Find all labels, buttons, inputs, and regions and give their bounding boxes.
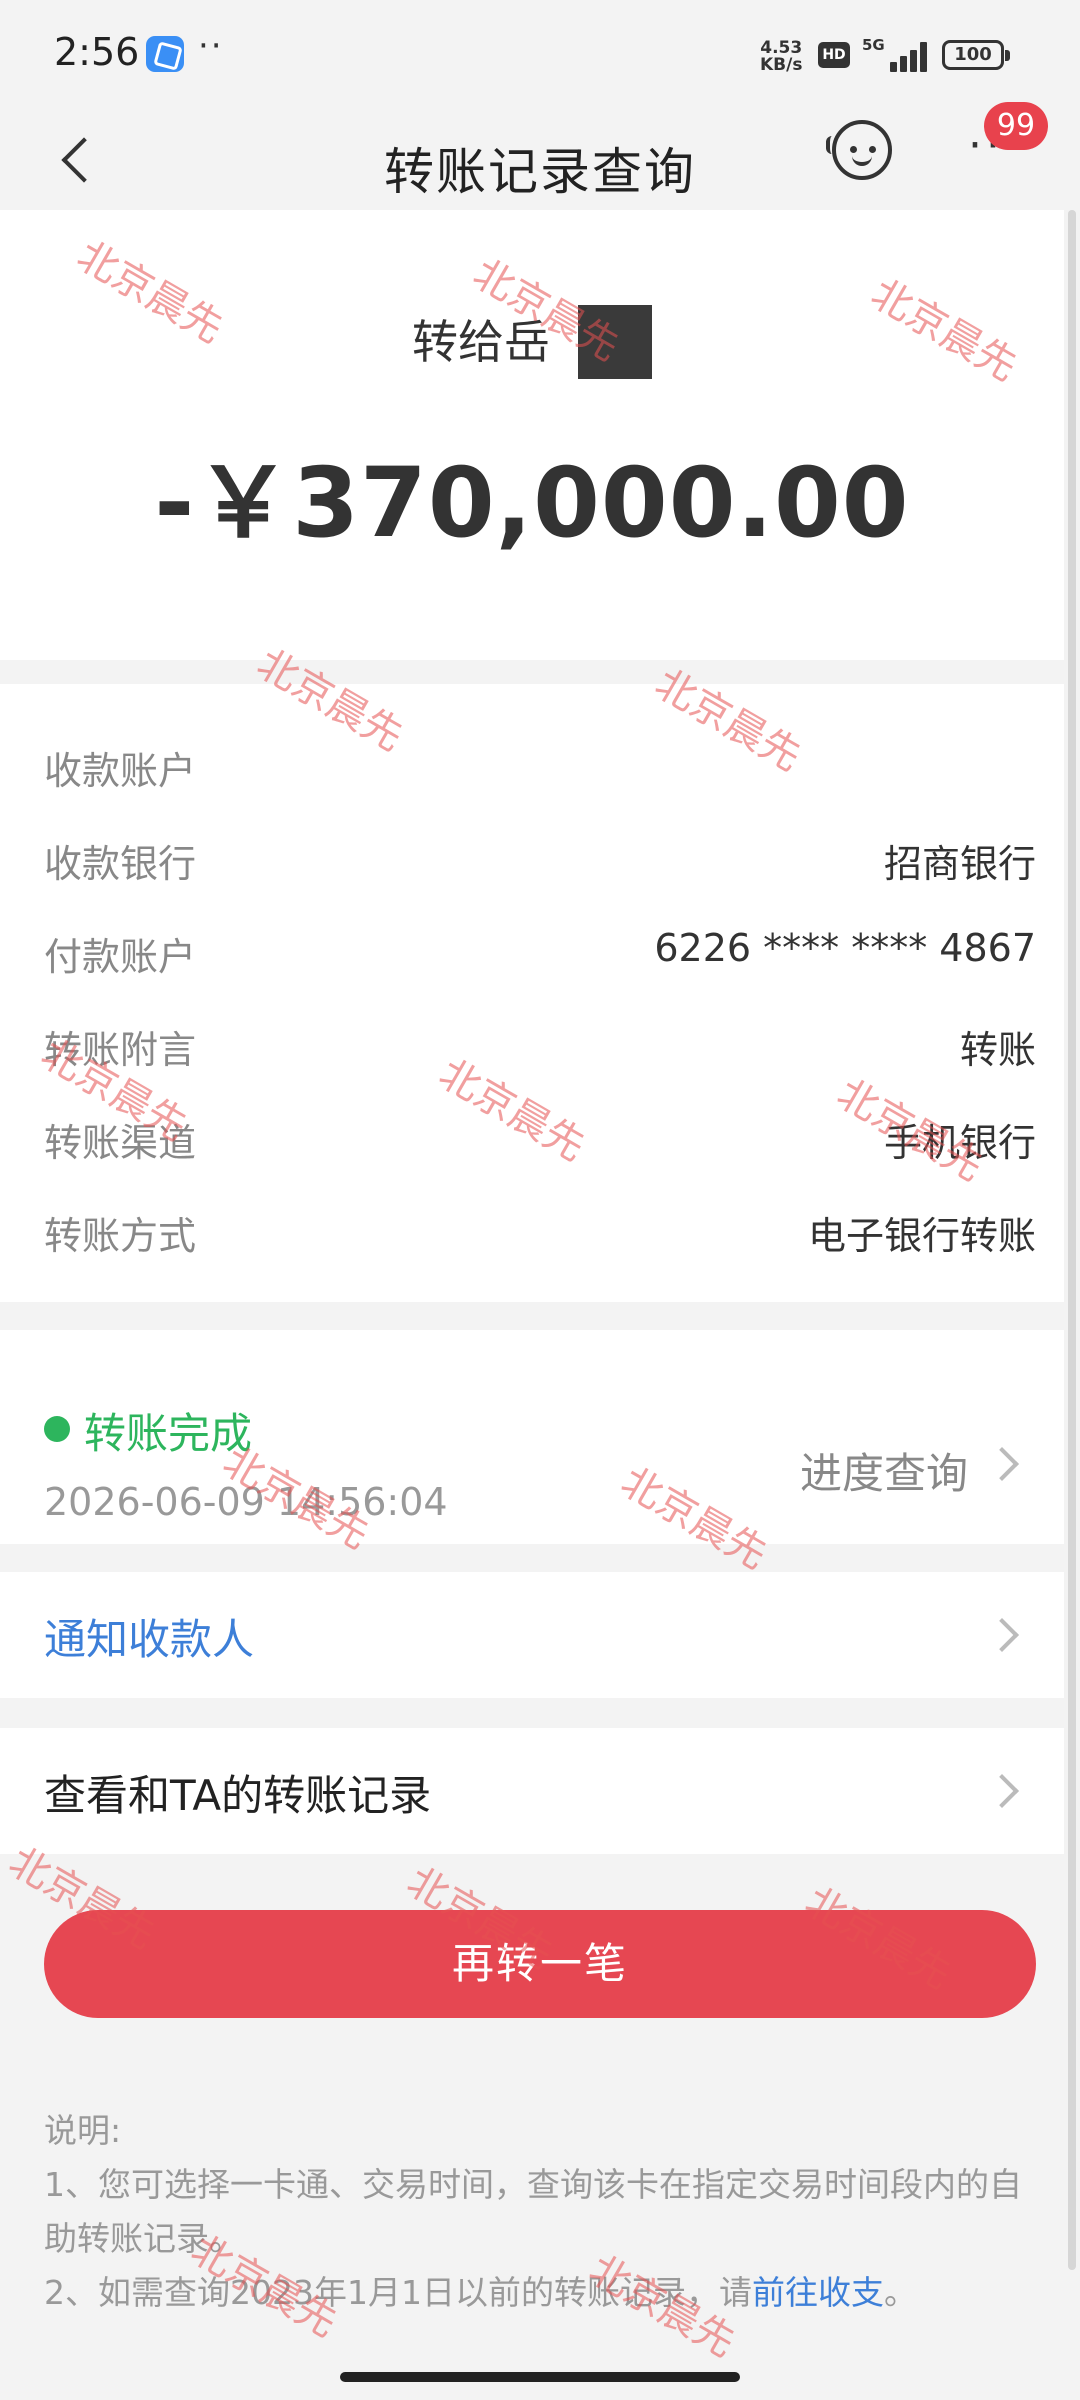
chevron-right-icon bbox=[985, 1774, 1019, 1808]
more-notifications-icon: ·· bbox=[198, 26, 224, 66]
detail-value: 手机银行 bbox=[883, 1121, 1036, 1165]
transfer-summary-card: 转给岳 -￥370,000.00 bbox=[0, 210, 1064, 660]
go-to-income-expense-link[interactable]: 前往收支 bbox=[752, 2273, 884, 2312]
transfer-again-button[interactable]: 再转一笔 bbox=[44, 1910, 1036, 2018]
detail-value: 电子银行转账 bbox=[807, 1214, 1036, 1258]
network-speed: 4.53 KB/s bbox=[760, 40, 802, 74]
notes-section: 说明: 1、您可选择一卡通、交易时间，查询该卡在指定交易时间段内的自助转账记录。… bbox=[44, 2104, 1024, 2320]
hd-icon: HD bbox=[818, 42, 850, 68]
detail-label: 收款账户 bbox=[44, 749, 197, 793]
progress-query-button[interactable]: 进度查询 bbox=[800, 1440, 968, 1501]
page-title: 转账记录查询 bbox=[384, 143, 696, 201]
notes-line-2: 2、如需查询2023年1月1日以前的转账记录，请前往收支。 bbox=[44, 2266, 1024, 2320]
transfer-history-row[interactable]: 查看和TA的转账记录 bbox=[0, 1728, 1064, 1854]
detail-label: 转账渠道 bbox=[44, 1121, 197, 1165]
notify-payee-label: 通知收款人 bbox=[44, 1615, 255, 1664]
battery-icon: 100 bbox=[942, 40, 1010, 70]
detail-label: 付款账户 bbox=[44, 935, 197, 979]
detail-row-payer-account: 付款账户 6226 **** **** 4867 bbox=[44, 926, 1036, 986]
detail-row-method: 转账方式 电子银行转账 bbox=[44, 1205, 1036, 1265]
message-badge: 99 bbox=[984, 102, 1048, 150]
transfer-history-label: 查看和TA的转账记录 bbox=[44, 1771, 432, 1820]
chevron-right-icon bbox=[985, 1618, 1019, 1652]
network-speed-unit: KB/s bbox=[760, 55, 803, 75]
detail-row-remark: 转账附言 转账 bbox=[44, 1019, 1036, 1079]
detail-label: 转账附言 bbox=[44, 1028, 197, 1072]
redacted-name bbox=[578, 304, 652, 379]
transfer-details-card: 收款账户 收款银行 招商银行 付款账户 6226 **** **** 4867 … bbox=[0, 684, 1064, 1302]
status-time: 2:56 bbox=[54, 30, 140, 74]
detail-value: 招商银行 bbox=[883, 842, 1036, 886]
signal-icon bbox=[882, 38, 932, 72]
customer-service-icon[interactable] bbox=[826, 120, 892, 180]
notes-line-2-end: 。 bbox=[883, 2273, 917, 2312]
chevron-right-icon bbox=[985, 1447, 1019, 1481]
payee-title: 转给岳 bbox=[0, 304, 1064, 383]
notes-line-1: 1、您可选择一卡通、交易时间，查询该卡在指定交易时间段内的自助转账记录。 bbox=[44, 2165, 1022, 2258]
notify-payee-row[interactable]: 通知收款人 bbox=[0, 1572, 1064, 1698]
notes-title: 说明: bbox=[44, 2111, 122, 2150]
notes-line-2-text: 2、如需查询2023年1月1日以前的转账记录，请 bbox=[44, 2273, 752, 2312]
detail-value: 转账 bbox=[959, 1028, 1036, 1072]
detail-row-payee-bank: 收款银行 招商银行 bbox=[44, 833, 1036, 893]
detail-row-channel: 转账渠道 手机银行 bbox=[44, 1112, 1036, 1172]
success-dot-icon bbox=[44, 1416, 70, 1442]
nav-bar: 转账记录查询 ··· 99 bbox=[0, 102, 1080, 210]
payee-label: 转给岳 bbox=[412, 315, 550, 369]
status-bar: 2:56 ·· 4.53 KB/s HD 5G 100 bbox=[0, 0, 1080, 110]
app-notification-icon bbox=[146, 36, 184, 72]
transfer-amount: -￥370,000.00 bbox=[154, 447, 910, 559]
status-text: 转账完成 bbox=[84, 1409, 253, 1458]
scrollbar[interactable] bbox=[1068, 210, 1076, 2270]
detail-label: 收款银行 bbox=[44, 842, 197, 886]
transfer-time: 2026-06-09 14:56:04 bbox=[44, 1480, 448, 1524]
detail-label: 转账方式 bbox=[44, 1214, 197, 1258]
detail-row-payee-account: 收款账户 bbox=[44, 740, 1036, 800]
home-indicator[interactable] bbox=[340, 2372, 740, 2382]
transfer-status-card: 转账完成 2026-06-09 14:56:04 进度查询 bbox=[0, 1330, 1064, 1544]
detail-value: 6226 **** **** 4867 bbox=[654, 926, 1036, 970]
